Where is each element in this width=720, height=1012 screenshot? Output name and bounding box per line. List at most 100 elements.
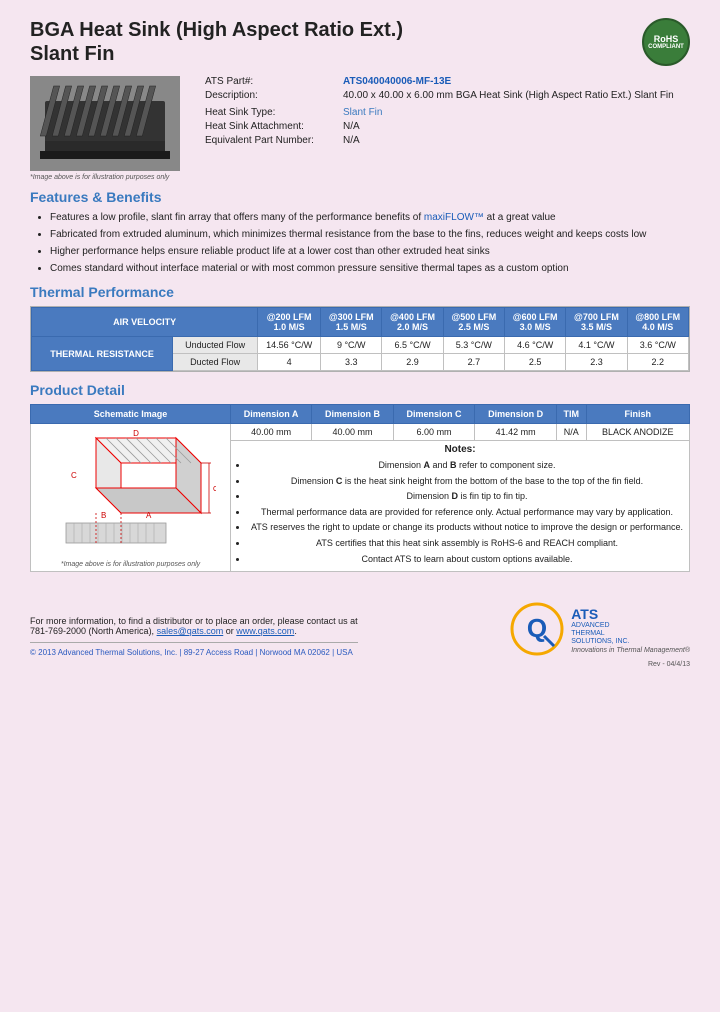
feature-item-3: Higher performance helps ensure reliable…	[50, 245, 690, 259]
unducted-300: 9 °C/W	[321, 337, 382, 354]
rohs-text: RoHS	[654, 34, 679, 44]
product-image-box	[30, 76, 180, 171]
notes-list: Dimension A and B refer to component siz…	[234, 459, 686, 565]
ducted-600: 2.5	[505, 354, 566, 371]
thermal-table: AIR VELOCITY @200 LFM1.0 M/S @300 LFM1.5…	[31, 307, 689, 371]
compliant-text: COMPLIANT	[648, 44, 684, 50]
unducted-200: 14.56 °C/W	[258, 337, 321, 354]
attachment-label: Heat Sink Attachment:	[205, 121, 335, 132]
col-700lfm: @700 LFM3.5 M/S	[566, 308, 627, 337]
equiv-label: Equivalent Part Number:	[205, 135, 335, 146]
website-link[interactable]: www.qats.com	[236, 626, 294, 636]
note-7: Contact ATS to learn about custom option…	[248, 553, 686, 566]
feature-item-2: Fabricated from extruded aluminum, which…	[50, 228, 690, 242]
col-500lfm: @500 LFM2.5 M/S	[443, 308, 504, 337]
note-3: Dimension D is fin tip to fin tip.	[248, 490, 686, 503]
desc-value: 40.00 x 40.00 x 6.00 mm BGA Heat Sink (H…	[343, 90, 674, 101]
ducted-500: 2.7	[443, 354, 504, 371]
ats-main: ATS	[571, 606, 690, 622]
part-label: ATS Part#:	[205, 76, 335, 87]
col-400lfm: @400 LFM2.0 M/S	[382, 308, 443, 337]
ats-q-logo: Q	[510, 602, 565, 657]
schematic-image-note: *Image above is for illustration purpose…	[34, 561, 227, 568]
col-tim: TIM	[556, 405, 586, 424]
dim-c-value: 6.00 mm	[393, 424, 475, 441]
col-600lfm: @600 LFM3.0 M/S	[505, 308, 566, 337]
spec-desc-row: Description: 40.00 x 40.00 x 6.00 mm BGA…	[205, 90, 690, 101]
email-link[interactable]: sales@qats.com	[157, 626, 224, 636]
spec-type-row: Heat Sink Type: Slant Fin	[205, 107, 690, 118]
footer-left: For more information, to find a distribu…	[30, 616, 358, 657]
note-5: ATS reserves the right to update or chan…	[248, 521, 686, 534]
part-value: ATS040040006-MF-13E	[343, 76, 451, 87]
maxiflow-link: maxiFLOW™	[424, 212, 484, 223]
header-section: BGA Heat Sink (High Aspect Ratio Ext.) S…	[30, 18, 690, 66]
svg-text:Q: Q	[527, 613, 547, 643]
unducted-600: 4.6 °C/W	[505, 337, 566, 354]
type-value: Slant Fin	[343, 107, 382, 118]
schematic-image: D C B A C	[46, 428, 216, 558]
unducted-700: 4.1 °C/W	[566, 337, 627, 354]
ats-tagline: Innovations in Thermal Management®	[571, 647, 690, 654]
svg-text:C: C	[71, 471, 77, 480]
unducted-400: 6.5 °C/W	[382, 337, 443, 354]
ducted-300: 3.3	[321, 354, 382, 371]
page: BGA Heat Sink (High Aspect Ratio Ext.) S…	[0, 0, 720, 1012]
air-velocity-header: AIR VELOCITY	[32, 308, 258, 337]
svg-text:A: A	[146, 511, 152, 520]
thermal-table-wrapper: AIR VELOCITY @200 LFM1.0 M/S @300 LFM1.5…	[30, 306, 690, 372]
ats-logo-area: Q ATS ADVANCED THERMAL SOLUTIONS, INC. I…	[510, 602, 690, 657]
image-note: *Image above is for illustration purpose…	[30, 174, 190, 181]
ats-sub: ADVANCED THERMAL SOLUTIONS, INC.	[571, 622, 690, 647]
note-4: Thermal performance data are provided fo…	[248, 506, 686, 519]
product-info-area: *Image above is for illustration purpose…	[30, 76, 690, 181]
note-2: Dimension C is the heat sink height from…	[248, 475, 686, 488]
svg-text:D: D	[133, 429, 139, 438]
dim-a-value: 40.00 mm	[231, 424, 312, 441]
dim-d-value: 41.42 mm	[475, 424, 557, 441]
product-image-area: *Image above is for illustration purpose…	[30, 76, 190, 181]
schematic-svg: D C B A C	[46, 428, 216, 558]
finish-value: BLACK ANODIZE	[586, 424, 689, 441]
unducted-800: 3.6 °C/W	[627, 337, 688, 354]
note-1: Dimension A and B refer to component siz…	[248, 459, 686, 472]
ducted-800: 2.2	[627, 354, 688, 371]
thermal-resistance-label: THERMAL RESISTANCE	[32, 337, 173, 371]
tim-value: N/A	[556, 424, 586, 441]
col-dim-a: Dimension A	[231, 405, 312, 424]
feature-item-4: Comes standard without interface materia…	[50, 262, 690, 276]
product-title: BGA Heat Sink (High Aspect Ratio Ext.) S…	[30, 18, 403, 66]
unducted-flow-label: Unducted Flow	[173, 337, 258, 354]
svg-text:C: C	[213, 486, 216, 493]
unducted-500: 5.3 °C/W	[443, 337, 504, 354]
desc-label: Description:	[205, 90, 335, 101]
spec-part-row: ATS Part#: ATS040040006-MF-13E	[205, 76, 690, 87]
notes-cell: Notes: Dimension A and B refer to compon…	[231, 441, 690, 572]
footer-area: For more information, to find a distribu…	[30, 592, 690, 657]
notes-heading: Notes:	[234, 444, 686, 455]
schematic-cell: D C B A C	[31, 424, 231, 572]
svg-text:B: B	[101, 511, 106, 520]
rev-note: Rev - 04/4/13	[30, 661, 690, 668]
col-dim-c: Dimension C	[393, 405, 475, 424]
features-heading: Features & Benefits	[30, 189, 690, 205]
col-schematic: Schematic Image	[31, 405, 231, 424]
spec-attachment-row: Heat Sink Attachment: N/A	[205, 121, 690, 132]
thermal-performance-heading: Thermal Performance	[30, 284, 690, 300]
ducted-700: 2.3	[566, 354, 627, 371]
equiv-value: N/A	[343, 135, 360, 146]
col-300lfm: @300 LFM1.5 M/S	[321, 308, 382, 337]
product-image-svg	[35, 81, 175, 166]
spec-equiv-row: Equivalent Part Number: N/A	[205, 135, 690, 146]
col-dim-d: Dimension D	[475, 405, 557, 424]
or-text: or	[226, 626, 237, 636]
detail-table: Schematic Image Dimension A Dimension B …	[30, 404, 690, 572]
ats-text-block: ATS ADVANCED THERMAL SOLUTIONS, INC. Inn…	[571, 606, 690, 654]
detail-table-wrapper: Schematic Image Dimension A Dimension B …	[30, 404, 690, 572]
col-dim-b: Dimension B	[312, 405, 394, 424]
note-6: ATS certifies that this heat sink assemb…	[248, 537, 686, 550]
rohs-badge: RoHS COMPLIANT	[642, 18, 690, 66]
type-label: Heat Sink Type:	[205, 107, 335, 118]
feature-item-1: Features a low profile, slant fin array …	[50, 211, 690, 225]
attachment-value: N/A	[343, 121, 360, 132]
